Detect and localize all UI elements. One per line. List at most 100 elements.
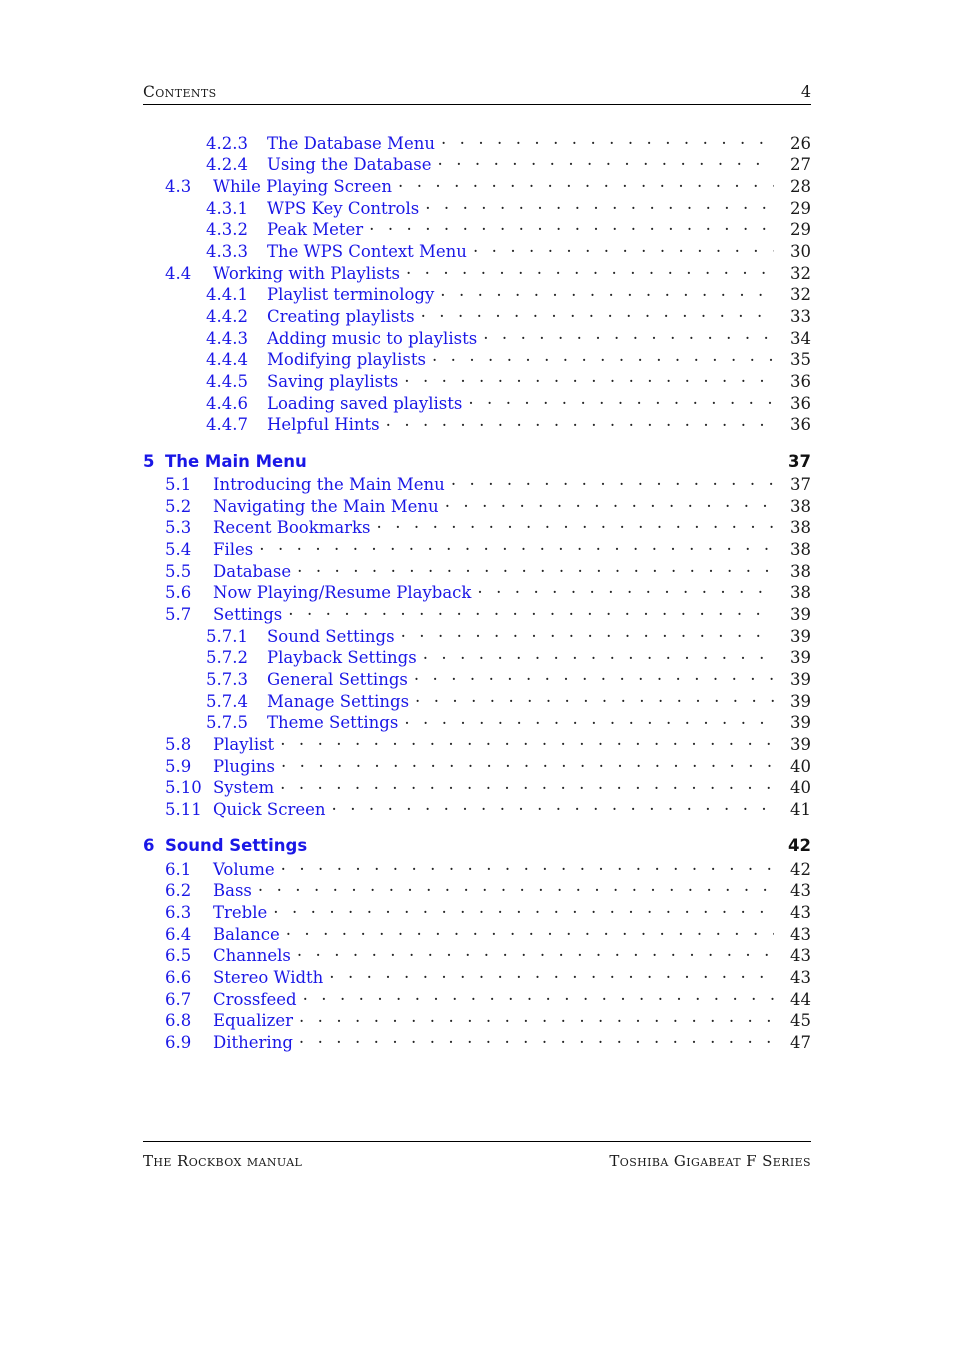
toc-section-number: 5.7.3: [206, 670, 248, 689]
toc-section-entry[interactable]: 5.7.5 Theme Settings 39: [143, 712, 811, 734]
toc-section-entry[interactable]: 5.5 Database 38: [143, 560, 811, 582]
toc-dot-leader: [438, 154, 774, 171]
toc-section-entry[interactable]: 4.3.1 WPS Key Controls 29: [143, 197, 811, 219]
toc-section-entry[interactable]: 6.2 Bass 43: [143, 880, 811, 902]
toc-dot-leader: [288, 603, 774, 620]
footer-rule: [143, 1141, 811, 1143]
toc-dot-leader: [377, 517, 774, 534]
toc-section-entry[interactable]: 5.9 Plugins 40: [143, 755, 811, 777]
toc-section-entry[interactable]: 4.3.2 Peak Meter 29: [143, 219, 811, 241]
toc-section-page-number: 30: [790, 241, 811, 261]
toc-dot-leader: [425, 197, 774, 214]
toc-section-page-number: 39: [790, 626, 811, 646]
toc-section-entry[interactable]: 6.1 Volume 42: [143, 858, 811, 880]
toc-section-title: Settings: [213, 604, 283, 624]
toc-section-entry[interactable]: 6.8 Equalizer 45: [143, 1010, 811, 1032]
toc-section-page-number: 35: [790, 350, 811, 370]
toc-section-title: General Settings: [267, 670, 408, 689]
toc-dot-leader: [473, 240, 774, 257]
toc-section-entry[interactable]: 4.3 While Playing Screen 28: [143, 175, 811, 197]
toc-chapter-entry[interactable]: 5 The Main Menu 37: [143, 452, 811, 474]
toc-chapter-title: Sound Settings: [165, 836, 308, 856]
toc-section-page-number: 29: [790, 220, 811, 240]
toc-chapter-number: 6: [143, 836, 155, 856]
toc-section-entry[interactable]: 4.4.6 Loading saved playlists 36: [143, 392, 811, 414]
toc-section-entry[interactable]: 5.7 Settings 39: [143, 603, 811, 625]
toc-section-entry[interactable]: 6.6 Stereo Width 43: [143, 966, 811, 988]
toc-dot-leader: [297, 560, 774, 577]
toc-section-number: 4.3.3: [206, 241, 248, 261]
toc-section-number: 5.1: [165, 474, 192, 494]
toc-section-page-number: 43: [790, 924, 811, 944]
toc-dot-leader: [258, 880, 774, 897]
toc-section-entry[interactable]: 4.4.1 Playlist terminology 32: [143, 284, 811, 306]
toc-section-entry[interactable]: 6.3 Treble 43: [143, 901, 811, 923]
toc-section-number: 4.4.3: [206, 328, 248, 348]
toc-section-entry[interactable]: 5.1 Introducing the Main Menu 37: [143, 473, 811, 495]
toc-section-entry[interactable]: 6.9 Dithering 47: [143, 1032, 811, 1054]
toc-section-entry[interactable]: 5.7.2 Playback Settings 39: [143, 647, 811, 669]
toc-section-entry[interactable]: 5.7.1 Sound Settings 39: [143, 625, 811, 647]
toc-section-title: While Playing Screen: [213, 176, 392, 196]
toc-section-title: Bass: [213, 881, 252, 901]
toc-section-entry[interactable]: 5.7.4 Manage Settings 39: [143, 690, 811, 712]
toc-section-number: 4.4.2: [206, 307, 248, 326]
toc-section-entry[interactable]: 5.11 Quick Screen 41: [143, 799, 811, 821]
toc-section-number: 4.4.5: [206, 372, 248, 392]
toc-section-entry[interactable]: 5.4 Files 38: [143, 538, 811, 560]
toc-section-entry[interactable]: 4.4.4 Modifying playlists 35: [143, 349, 811, 371]
toc-section-entry[interactable]: 6.4 Balance 43: [143, 923, 811, 945]
toc-section-page-number: 43: [790, 946, 811, 966]
toc-section-number: 5.7.2: [206, 648, 248, 668]
toc-section-entry[interactable]: 5.7.3 General Settings 39: [143, 669, 811, 691]
toc-section-entry[interactable]: 4.4.5 Saving playlists 36: [143, 371, 811, 393]
toc-section-title: Theme Settings: [267, 713, 399, 733]
toc-section-number: 5.6: [165, 583, 192, 603]
toc-section-page-number: 40: [790, 756, 811, 776]
toc-dot-leader: [280, 777, 774, 794]
toc-dot-leader: [414, 669, 774, 686]
toc-section-number: 4.3.2: [206, 220, 248, 240]
toc-section-number: 4.4.4: [206, 350, 248, 370]
toc-section-title: Sound Settings: [267, 626, 395, 646]
toc-section-entry[interactable]: 4.4.7 Helpful Hints 36: [143, 414, 811, 436]
toc-section-entry[interactable]: 5.3 Recent Bookmarks 38: [143, 517, 811, 539]
toc-section-page-number: 27: [790, 155, 811, 175]
toc-dot-leader: [386, 414, 774, 431]
toc-section-title: Stereo Width: [213, 967, 324, 987]
toc-section-title: WPS Key Controls: [267, 198, 420, 218]
toc-section-entry[interactable]: 4.4.2 Creating playlists 33: [143, 306, 811, 328]
toc-section-entry[interactable]: 4.2.3 The Database Menu 26: [143, 132, 811, 154]
toc-section-title: Loading saved playlists: [267, 393, 463, 413]
toc-section-entry[interactable]: 4.4.3 Adding music to playlists 34: [143, 327, 811, 349]
toc-section-entry[interactable]: 6.7 Crossfeed 44: [143, 988, 811, 1010]
toc-section-entry[interactable]: 4.3.3 The WPS Context Menu 30: [143, 240, 811, 262]
toc-section-page-number: 36: [790, 393, 811, 413]
toc-dot-leader: [404, 712, 774, 729]
toc-section-entry[interactable]: 5.8 Playlist 39: [143, 734, 811, 756]
toc-section-page-number: 29: [790, 198, 811, 218]
toc-section-page-number: 38: [790, 561, 811, 581]
toc-chapter-page-number: 42: [788, 836, 811, 856]
toc-section-number: 5.11: [165, 800, 202, 820]
toc-section-title: The Database Menu: [267, 133, 435, 153]
toc-dot-leader: [329, 966, 774, 983]
toc-section-number: 4.4.7: [206, 415, 248, 435]
toc-section-number: 5.8: [165, 735, 192, 755]
toc-chapter-page-number: 37: [788, 451, 811, 471]
toc-chapter-title: The Main Menu: [165, 451, 307, 471]
toc-section-entry[interactable]: 4.4 Working with Playlists 32: [143, 262, 811, 284]
toc-section-title: Channels: [213, 946, 291, 966]
toc-section-entry[interactable]: 6.5 Channels 43: [143, 945, 811, 967]
toc-section-page-number: 39: [790, 648, 811, 668]
toc-section-entry[interactable]: 4.2.4 Using the Database 27: [143, 154, 811, 176]
toc-section-entry[interactable]: 5.6 Now Playing/Resume Playback 38: [143, 582, 811, 604]
toc-section-page-number: 43: [790, 881, 811, 901]
toc-section-entry[interactable]: 5.2 Navigating the Main Menu 38: [143, 495, 811, 517]
toc-section-title: Playlist: [213, 735, 275, 755]
toc-chapter-entry[interactable]: 6 Sound Settings 42: [143, 836, 811, 858]
toc-dot-leader: [281, 755, 774, 772]
toc-section-title: Playback Settings: [267, 648, 417, 668]
toc-section-title: Quick Screen: [213, 800, 326, 820]
toc-section-entry[interactable]: 5.10 System 40: [143, 777, 811, 799]
